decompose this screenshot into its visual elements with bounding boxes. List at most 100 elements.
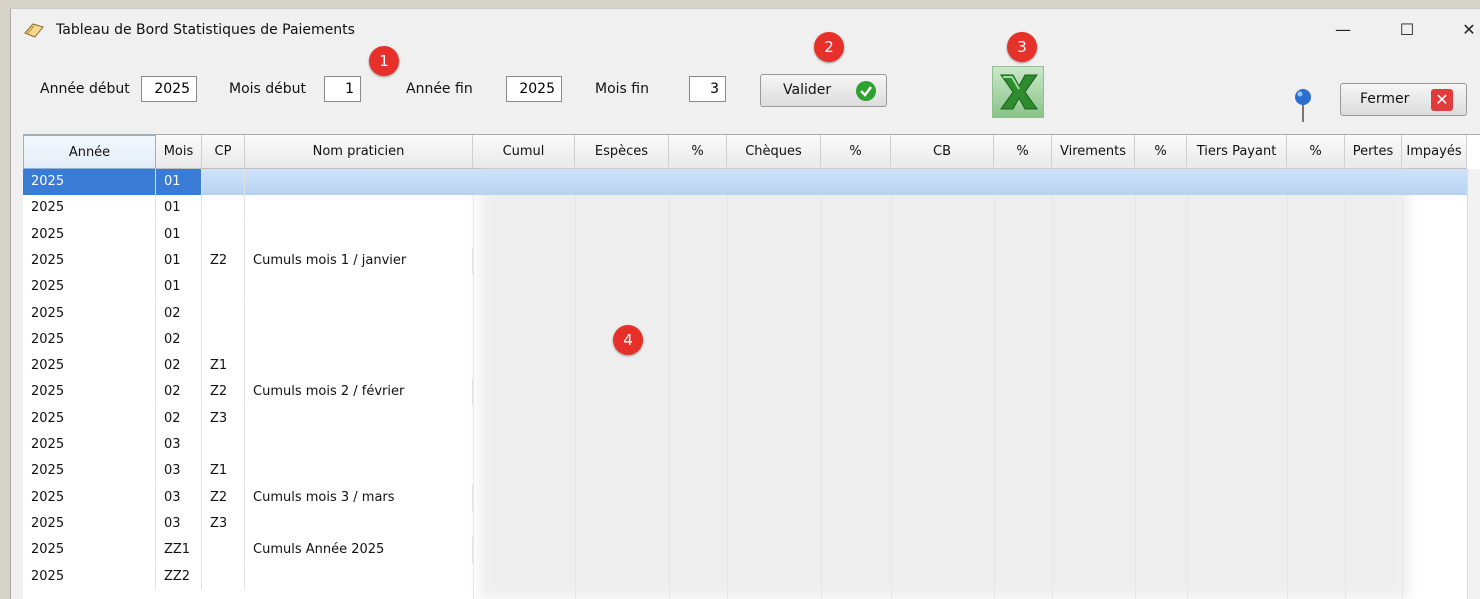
column-header[interactable]: % xyxy=(994,135,1052,169)
table-cell-annee: 2025 xyxy=(23,379,156,406)
column-header[interactable]: % xyxy=(1135,135,1187,169)
table-row[interactable]: 2025 03 Z3 xyxy=(23,510,1480,537)
table-cell-mois: 03 xyxy=(156,432,202,458)
table-cell-nom xyxy=(245,195,473,221)
table-cell-mois: 01 xyxy=(156,169,202,195)
minimize-button[interactable]: — xyxy=(1323,19,1363,41)
annee-fin-input[interactable] xyxy=(506,76,562,102)
column-header[interactable]: Nom praticien xyxy=(245,135,473,169)
table-cell-cp xyxy=(202,300,245,327)
badge-3: 3 xyxy=(1007,32,1037,62)
table-cell-mois: 01 xyxy=(156,247,202,274)
valider-label: Valider xyxy=(783,82,832,98)
mois-fin-input[interactable] xyxy=(689,76,726,102)
valider-button[interactable]: Valider xyxy=(760,74,887,107)
column-header[interactable]: CP xyxy=(202,135,245,169)
column-header[interactable]: Pertes xyxy=(1345,135,1402,169)
column-header[interactable]: Cumul xyxy=(473,135,575,169)
table-cell-nom xyxy=(245,511,473,537)
table-cell-cp xyxy=(202,169,245,195)
table-cell-annee: 2025 xyxy=(23,484,156,511)
table-cell-annee: 2025 xyxy=(23,300,156,327)
column-header[interactable]: Chèques xyxy=(727,135,821,169)
table-cell-nom xyxy=(245,222,473,248)
mois-debut-input[interactable] xyxy=(324,76,361,102)
table-cell-cp xyxy=(202,195,245,222)
table-row[interactable]: 2025 ZZ1 Cumuls Année 2025 xyxy=(23,537,1480,564)
table-cell-annee: 2025 xyxy=(23,563,156,590)
table-cell-mois: 02 xyxy=(156,379,202,406)
annee-fin-label: Année fin xyxy=(406,81,473,97)
window-title: Tableau de Bord Statistiques de Paiement… xyxy=(56,22,355,38)
table-row[interactable]: 2025 01 xyxy=(23,221,1480,248)
table-cell-mois: 01 xyxy=(156,221,202,248)
table-row[interactable]: 2025 02 Z3 xyxy=(23,405,1480,432)
table-cell-nom xyxy=(245,564,473,590)
column-header[interactable]: Espèces xyxy=(575,135,669,169)
table-cell-nom: Cumuls Année 2025 xyxy=(245,537,473,564)
column-header[interactable]: CB xyxy=(891,135,994,169)
close-red-icon: ✕ xyxy=(1431,89,1453,111)
column-header[interactable]: Impayés xyxy=(1402,135,1467,169)
column-header[interactable]: Virements xyxy=(1052,135,1135,169)
column-header[interactable]: Mois xyxy=(156,135,202,169)
excel-export-button[interactable] xyxy=(992,66,1044,118)
table-cell-mois: ZZ1 xyxy=(156,537,202,564)
table-cell-cp: Z1 xyxy=(202,458,245,485)
mois-fin-label: Mois fin xyxy=(595,81,649,97)
fermer-button[interactable]: Fermer ✕ xyxy=(1340,83,1467,116)
table-row[interactable]: 2025 ZZ2 xyxy=(23,563,1480,590)
table-cell-cp xyxy=(202,537,245,564)
table-row[interactable]: 2025 01 xyxy=(23,169,1480,195)
annee-debut-label: Année début xyxy=(40,81,130,97)
table-row[interactable]: 2025 03 Z1 xyxy=(23,458,1480,485)
table-cell-mois: 02 xyxy=(156,405,202,432)
table-cell-annee: 2025 xyxy=(23,326,156,353)
table-cell-annee: 2025 xyxy=(23,405,156,432)
maximize-button[interactable]: ☐ xyxy=(1387,19,1427,41)
table-cell-annee: 2025 xyxy=(23,221,156,248)
table-row[interactable]: 2025 01 xyxy=(23,195,1480,222)
table-row[interactable]: 2025 02 Z2 Cumuls mois 2 / février xyxy=(23,379,1480,406)
table-cell-cp xyxy=(202,274,245,301)
table-cell-cp xyxy=(202,221,245,248)
table-row[interactable]: 2025 02 Z1 xyxy=(23,353,1480,380)
table-row[interactable]: 2025 02 xyxy=(23,326,1480,353)
close-button[interactable]: ✕ xyxy=(1449,19,1480,41)
check-circle-icon xyxy=(856,81,876,101)
badge-2: 2 xyxy=(814,32,844,62)
table-row[interactable]: 2025 01 Z2 Cumuls mois 1 / janvier xyxy=(23,247,1480,274)
column-header[interactable]: Tiers Payant xyxy=(1187,135,1287,169)
table-cell-mois: ZZ2 xyxy=(156,563,202,590)
table-cell-nom xyxy=(245,301,473,327)
table-cell-nom xyxy=(245,353,473,379)
table-row[interactable]: 2025 01 xyxy=(23,274,1480,301)
table-cell-cp: Z3 xyxy=(202,510,245,537)
table-row[interactable]: 2025 03 Z2 Cumuls mois 3 / mars xyxy=(23,484,1480,511)
table-cell-annee: 2025 xyxy=(23,432,156,458)
table-cell-nom xyxy=(245,327,473,353)
table-cell-annee: 2025 xyxy=(23,195,156,222)
table-row[interactable]: 2025 03 xyxy=(23,432,1480,458)
table-row[interactable]: 2025 02 xyxy=(23,300,1480,327)
badge-4: 4 xyxy=(613,325,643,355)
column-header[interactable]: % xyxy=(821,135,891,169)
table-cell-annee: 2025 xyxy=(23,247,156,274)
table-cell-annee: 2025 xyxy=(23,169,156,195)
column-header[interactable]: Année xyxy=(23,135,156,169)
table-cell-cp: Z1 xyxy=(202,353,245,380)
mois-debut-label: Mois début xyxy=(229,81,307,97)
table-cell-annee: 2025 xyxy=(23,458,156,485)
vertical-scrollbar[interactable] xyxy=(1467,169,1480,599)
table-cell-mois: 01 xyxy=(156,195,202,222)
table-cell-nom xyxy=(245,169,473,195)
annee-debut-input[interactable] xyxy=(141,76,197,102)
column-header[interactable]: % xyxy=(669,135,727,169)
table-cell-nom xyxy=(245,406,473,432)
table-cell-nom xyxy=(245,274,473,300)
table-cell-mois: 01 xyxy=(156,274,202,301)
table-cell-cp: Z3 xyxy=(202,405,245,432)
column-header[interactable]: % xyxy=(1287,135,1345,169)
fermer-label: Fermer xyxy=(1360,91,1410,107)
statistics-table: Année Mois CP Nom praticien Cumul Espèces% Chè… xyxy=(23,134,1480,599)
